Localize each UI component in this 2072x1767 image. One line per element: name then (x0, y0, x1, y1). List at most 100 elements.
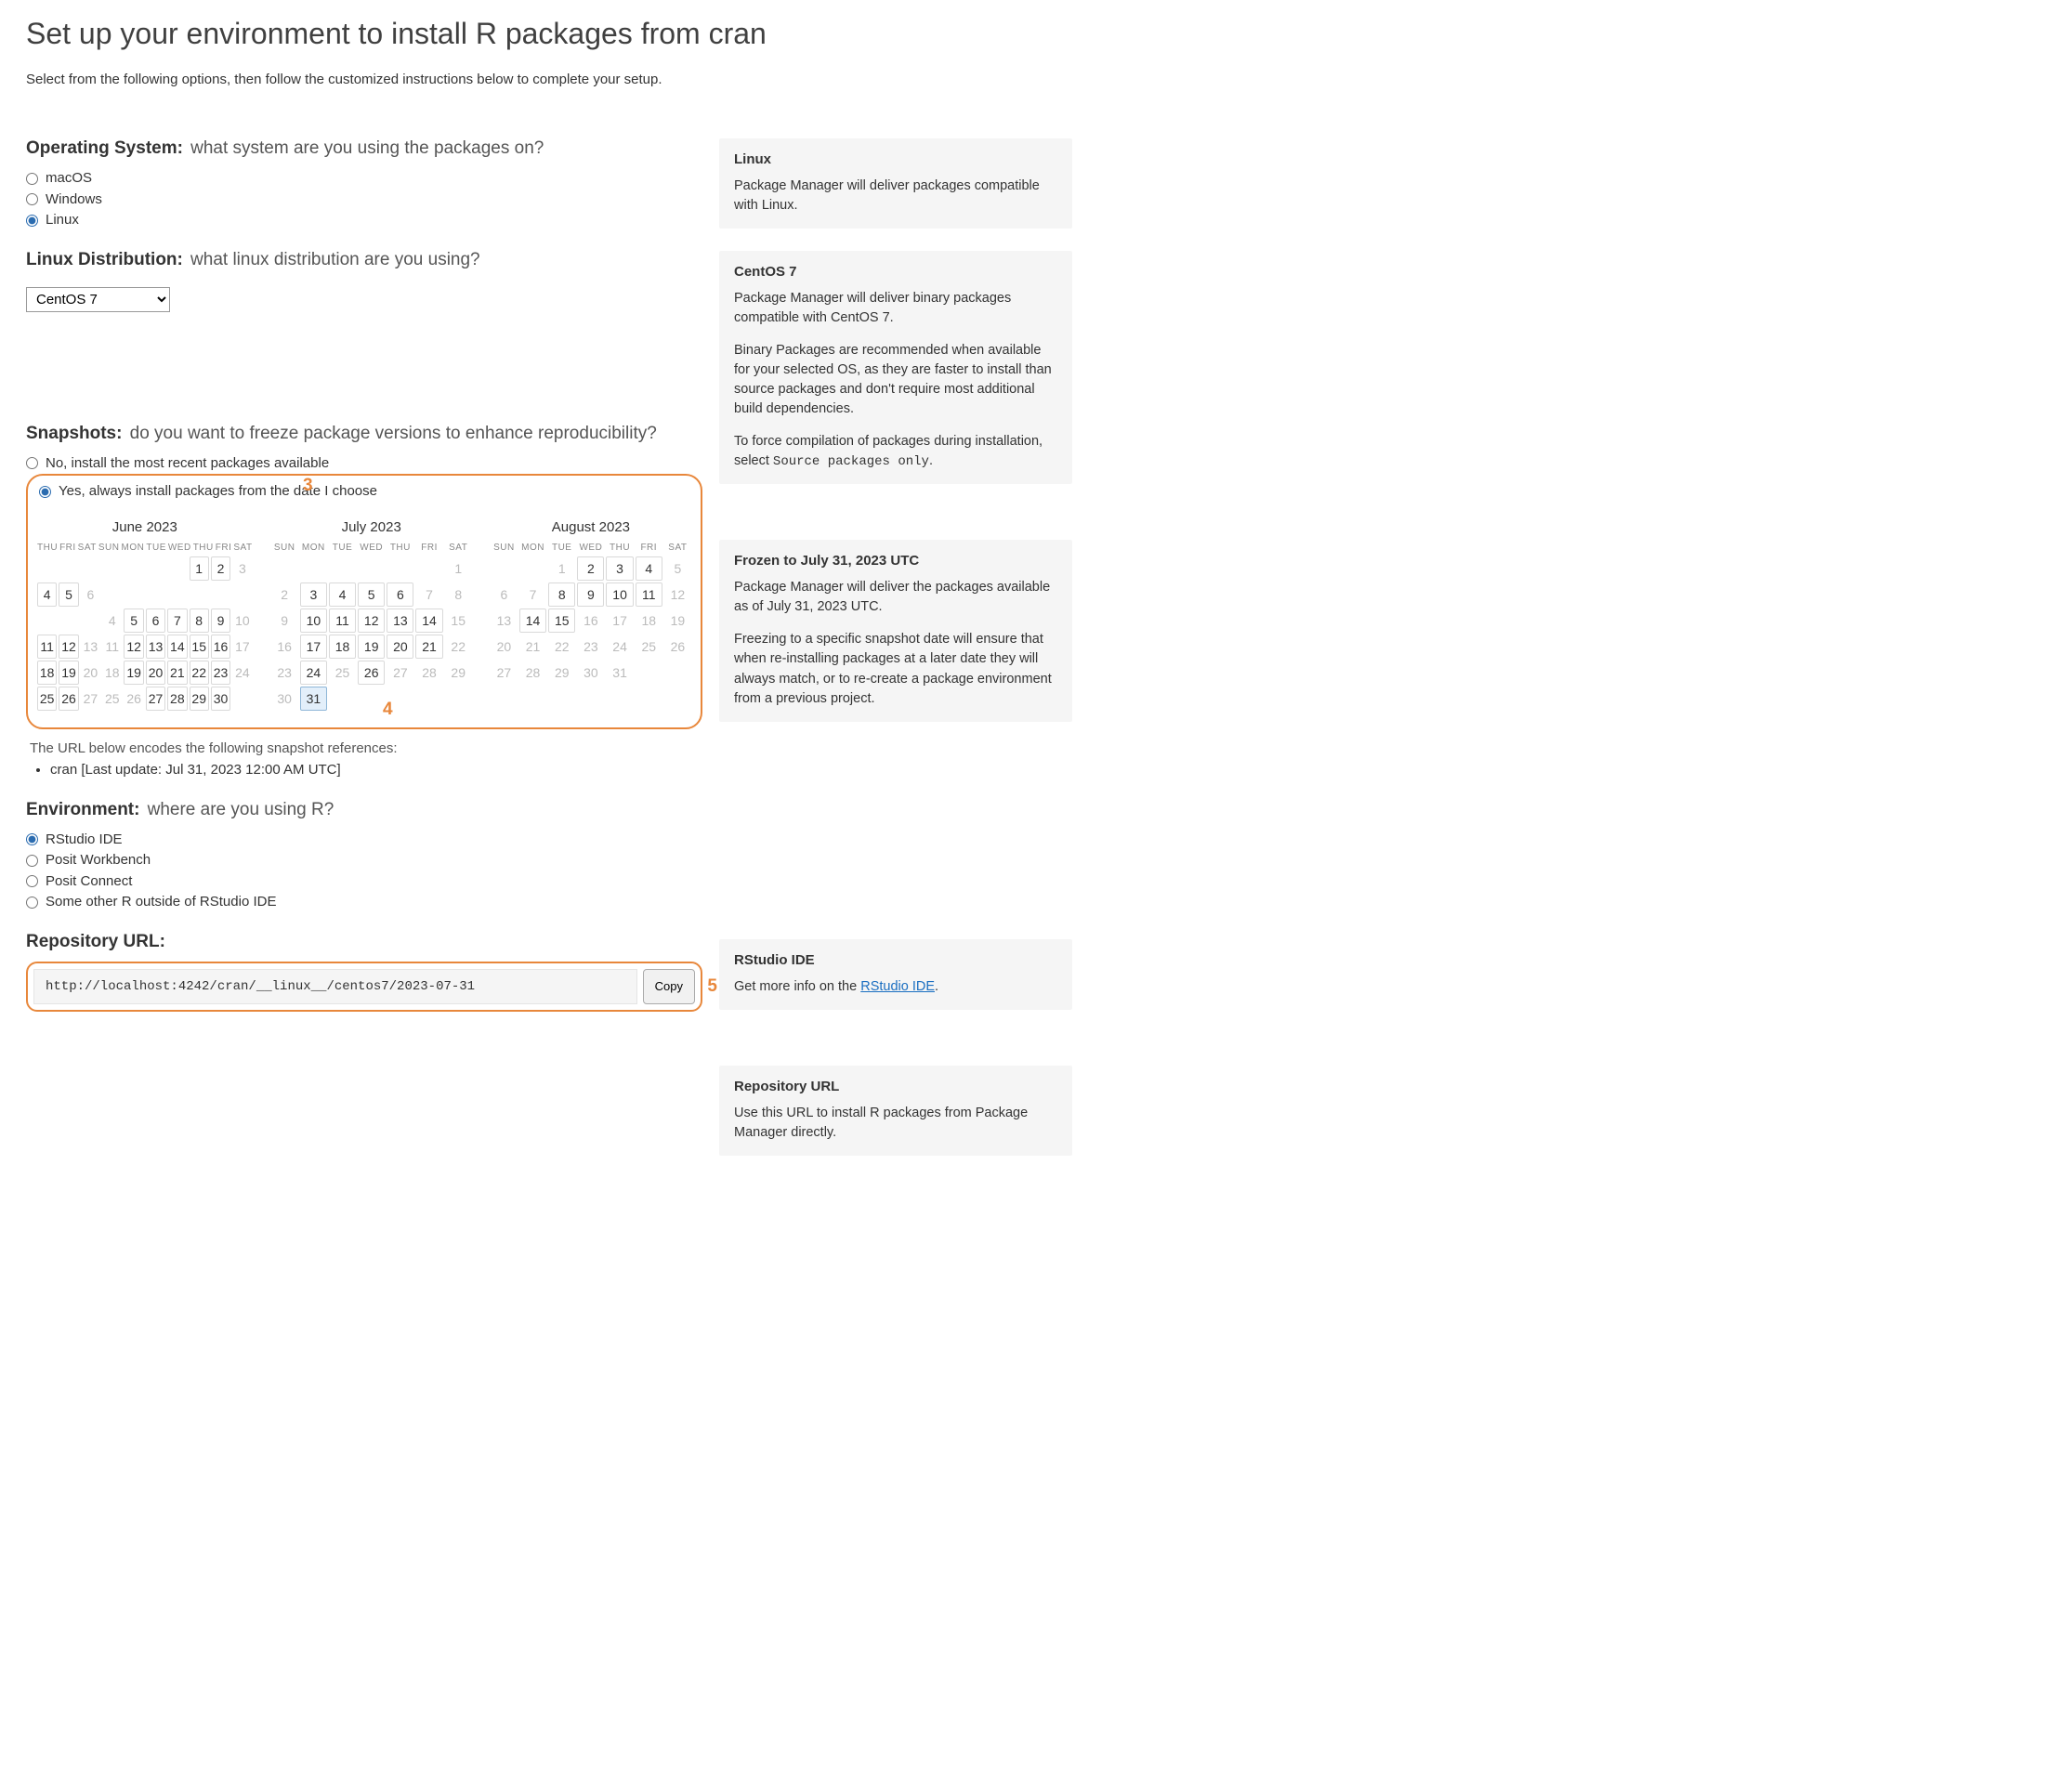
repo-url-input[interactable] (33, 969, 637, 1004)
calendar-day[interactable]: 13 (146, 635, 165, 659)
calendar-day[interactable]: 27 (146, 687, 165, 711)
calendar-day[interactable]: 11 (636, 582, 662, 607)
calendar-day[interactable]: 25 (37, 687, 57, 711)
calendar-day-empty (636, 661, 662, 685)
calendar-day-selected[interactable]: 31 (300, 687, 327, 711)
calendar-day[interactable]: 30 (211, 687, 230, 711)
os-label[interactable]: macOS (46, 168, 92, 190)
calendar-day-disabled: 16 (577, 609, 604, 633)
calendar-day[interactable]: 11 (329, 609, 356, 633)
os-info-body: Package Manager will deliver packages co… (734, 177, 1057, 216)
distro-select[interactable]: CentOS 7 (26, 287, 170, 312)
calendar-day[interactable]: 26 (358, 661, 385, 685)
calendar-day[interactable]: 10 (300, 609, 327, 633)
distro-info-p2: Binary Packages are recommended when ava… (734, 341, 1057, 419)
env-radio[interactable] (26, 855, 38, 867)
distro-info-box: CentOS 7 Package Manager will deliver bi… (719, 251, 1072, 484)
calendar-day[interactable]: 29 (190, 687, 209, 711)
calendar-day-disabled: 18 (636, 609, 662, 633)
rstudio-ide-link[interactable]: RStudio IDE (860, 979, 935, 994)
env-radio[interactable] (26, 875, 38, 887)
calendar-day-disabled: 11 (102, 635, 122, 659)
calendar-0: June 2023THUFRISATSUNMONTUEWEDTHUFRISAT1… (37, 514, 253, 713)
calendar-day-empty (59, 609, 78, 633)
calendar-day[interactable]: 26 (59, 687, 78, 711)
calendar-dow: SAT (445, 541, 472, 555)
calendar-day[interactable]: 21 (167, 661, 187, 685)
calendar-day-empty (387, 556, 413, 581)
calendar-day-disabled: 28 (415, 661, 442, 685)
calendar-day[interactable]: 15 (190, 635, 209, 659)
os-title: Operating System: (26, 138, 183, 158)
os-radio[interactable] (26, 173, 38, 185)
snapshot-radio-yes[interactable] (39, 486, 51, 498)
calendar-day[interactable]: 24 (300, 661, 327, 685)
calendar-day[interactable]: 3 (606, 556, 633, 581)
calendar-day[interactable]: 16 (211, 635, 230, 659)
distro-subtitle: what linux distribution are you using? (190, 250, 480, 269)
calendar-day-empty (167, 582, 187, 607)
calendar-day[interactable]: 19 (59, 661, 78, 685)
snapshot-radio-no[interactable] (26, 457, 38, 469)
snapshot-label-no[interactable]: No, install the most recent packages ava… (46, 453, 329, 475)
calendar-day[interactable]: 7 (167, 609, 187, 633)
calendar-dow: MON (300, 541, 327, 555)
calendar-day[interactable]: 5 (59, 582, 78, 607)
calendar-day[interactable]: 9 (577, 582, 604, 607)
calendar-row: June 2023THUFRISATSUNMONTUEWEDTHUFRISAT1… (37, 514, 691, 713)
calendar-day[interactable]: 18 (329, 635, 356, 659)
calendar-day[interactable]: 12 (59, 635, 78, 659)
calendar-day[interactable]: 20 (146, 661, 165, 685)
calendar-day[interactable]: 15 (548, 609, 575, 633)
calendar-day[interactable]: 19 (358, 635, 385, 659)
calendar-day[interactable]: 23 (211, 661, 230, 685)
env-label[interactable]: Posit Connect (46, 871, 132, 893)
calendar-day[interactable]: 14 (415, 609, 442, 633)
calendar-day[interactable]: 8 (548, 582, 575, 607)
calendar-day[interactable]: 28 (167, 687, 187, 711)
os-label[interactable]: Linux (46, 210, 79, 231)
env-radio[interactable] (26, 897, 38, 909)
calendar-day[interactable]: 21 (415, 635, 442, 659)
copy-button[interactable]: Copy (643, 969, 695, 1004)
calendar-day[interactable]: 2 (211, 556, 230, 581)
calendar-day[interactable]: 6 (387, 582, 413, 607)
env-label[interactable]: Some other R outside of RStudio IDE (46, 892, 276, 913)
calendar-day[interactable]: 11 (37, 635, 57, 659)
calendar-day[interactable]: 8 (190, 609, 209, 633)
calendar-day-empty (415, 556, 442, 581)
calendar-day[interactable]: 3 (300, 582, 327, 607)
env-label[interactable]: Posit Workbench (46, 850, 151, 871)
calendar-day-disabled: 30 (271, 687, 298, 711)
calendar-day[interactable]: 2 (577, 556, 604, 581)
snapshot-label-yes[interactable]: Yes, always install packages from the da… (59, 481, 377, 503)
calendar-day[interactable]: 22 (190, 661, 209, 685)
calendar-day[interactable]: 12 (358, 609, 385, 633)
calendar-day[interactable]: 19 (124, 661, 143, 685)
env-label[interactable]: RStudio IDE (46, 830, 123, 851)
calendar-day[interactable]: 1 (190, 556, 209, 581)
os-radio[interactable] (26, 215, 38, 227)
calendar-day[interactable]: 13 (387, 609, 413, 633)
calendar-day[interactable]: 17 (300, 635, 327, 659)
calendar-day[interactable]: 18 (37, 661, 57, 685)
os-label[interactable]: Windows (46, 190, 102, 211)
calendar-day[interactable]: 6 (146, 609, 165, 633)
calendar-day[interactable]: 12 (124, 635, 143, 659)
calendar-day[interactable]: 14 (167, 635, 187, 659)
calendar-day[interactable]: 20 (387, 635, 413, 659)
calendar-day-disabled: 25 (636, 635, 662, 659)
calendar-day[interactable]: 4 (329, 582, 356, 607)
calendar-day-disabled: 6 (81, 582, 100, 607)
calendar-day[interactable]: 9 (211, 609, 230, 633)
calendar-day[interactable]: 5 (124, 609, 143, 633)
env-radio[interactable] (26, 833, 38, 845)
calendar-day[interactable]: 10 (606, 582, 633, 607)
calendar-day[interactable]: 14 (519, 609, 546, 633)
calendar-day[interactable]: 4 (636, 556, 662, 581)
calendar-day[interactable]: 5 (358, 582, 385, 607)
os-radio[interactable] (26, 193, 38, 205)
calendar-day-empty (146, 582, 165, 607)
calendar-day-disabled: 23 (271, 661, 298, 685)
calendar-day[interactable]: 4 (37, 582, 57, 607)
